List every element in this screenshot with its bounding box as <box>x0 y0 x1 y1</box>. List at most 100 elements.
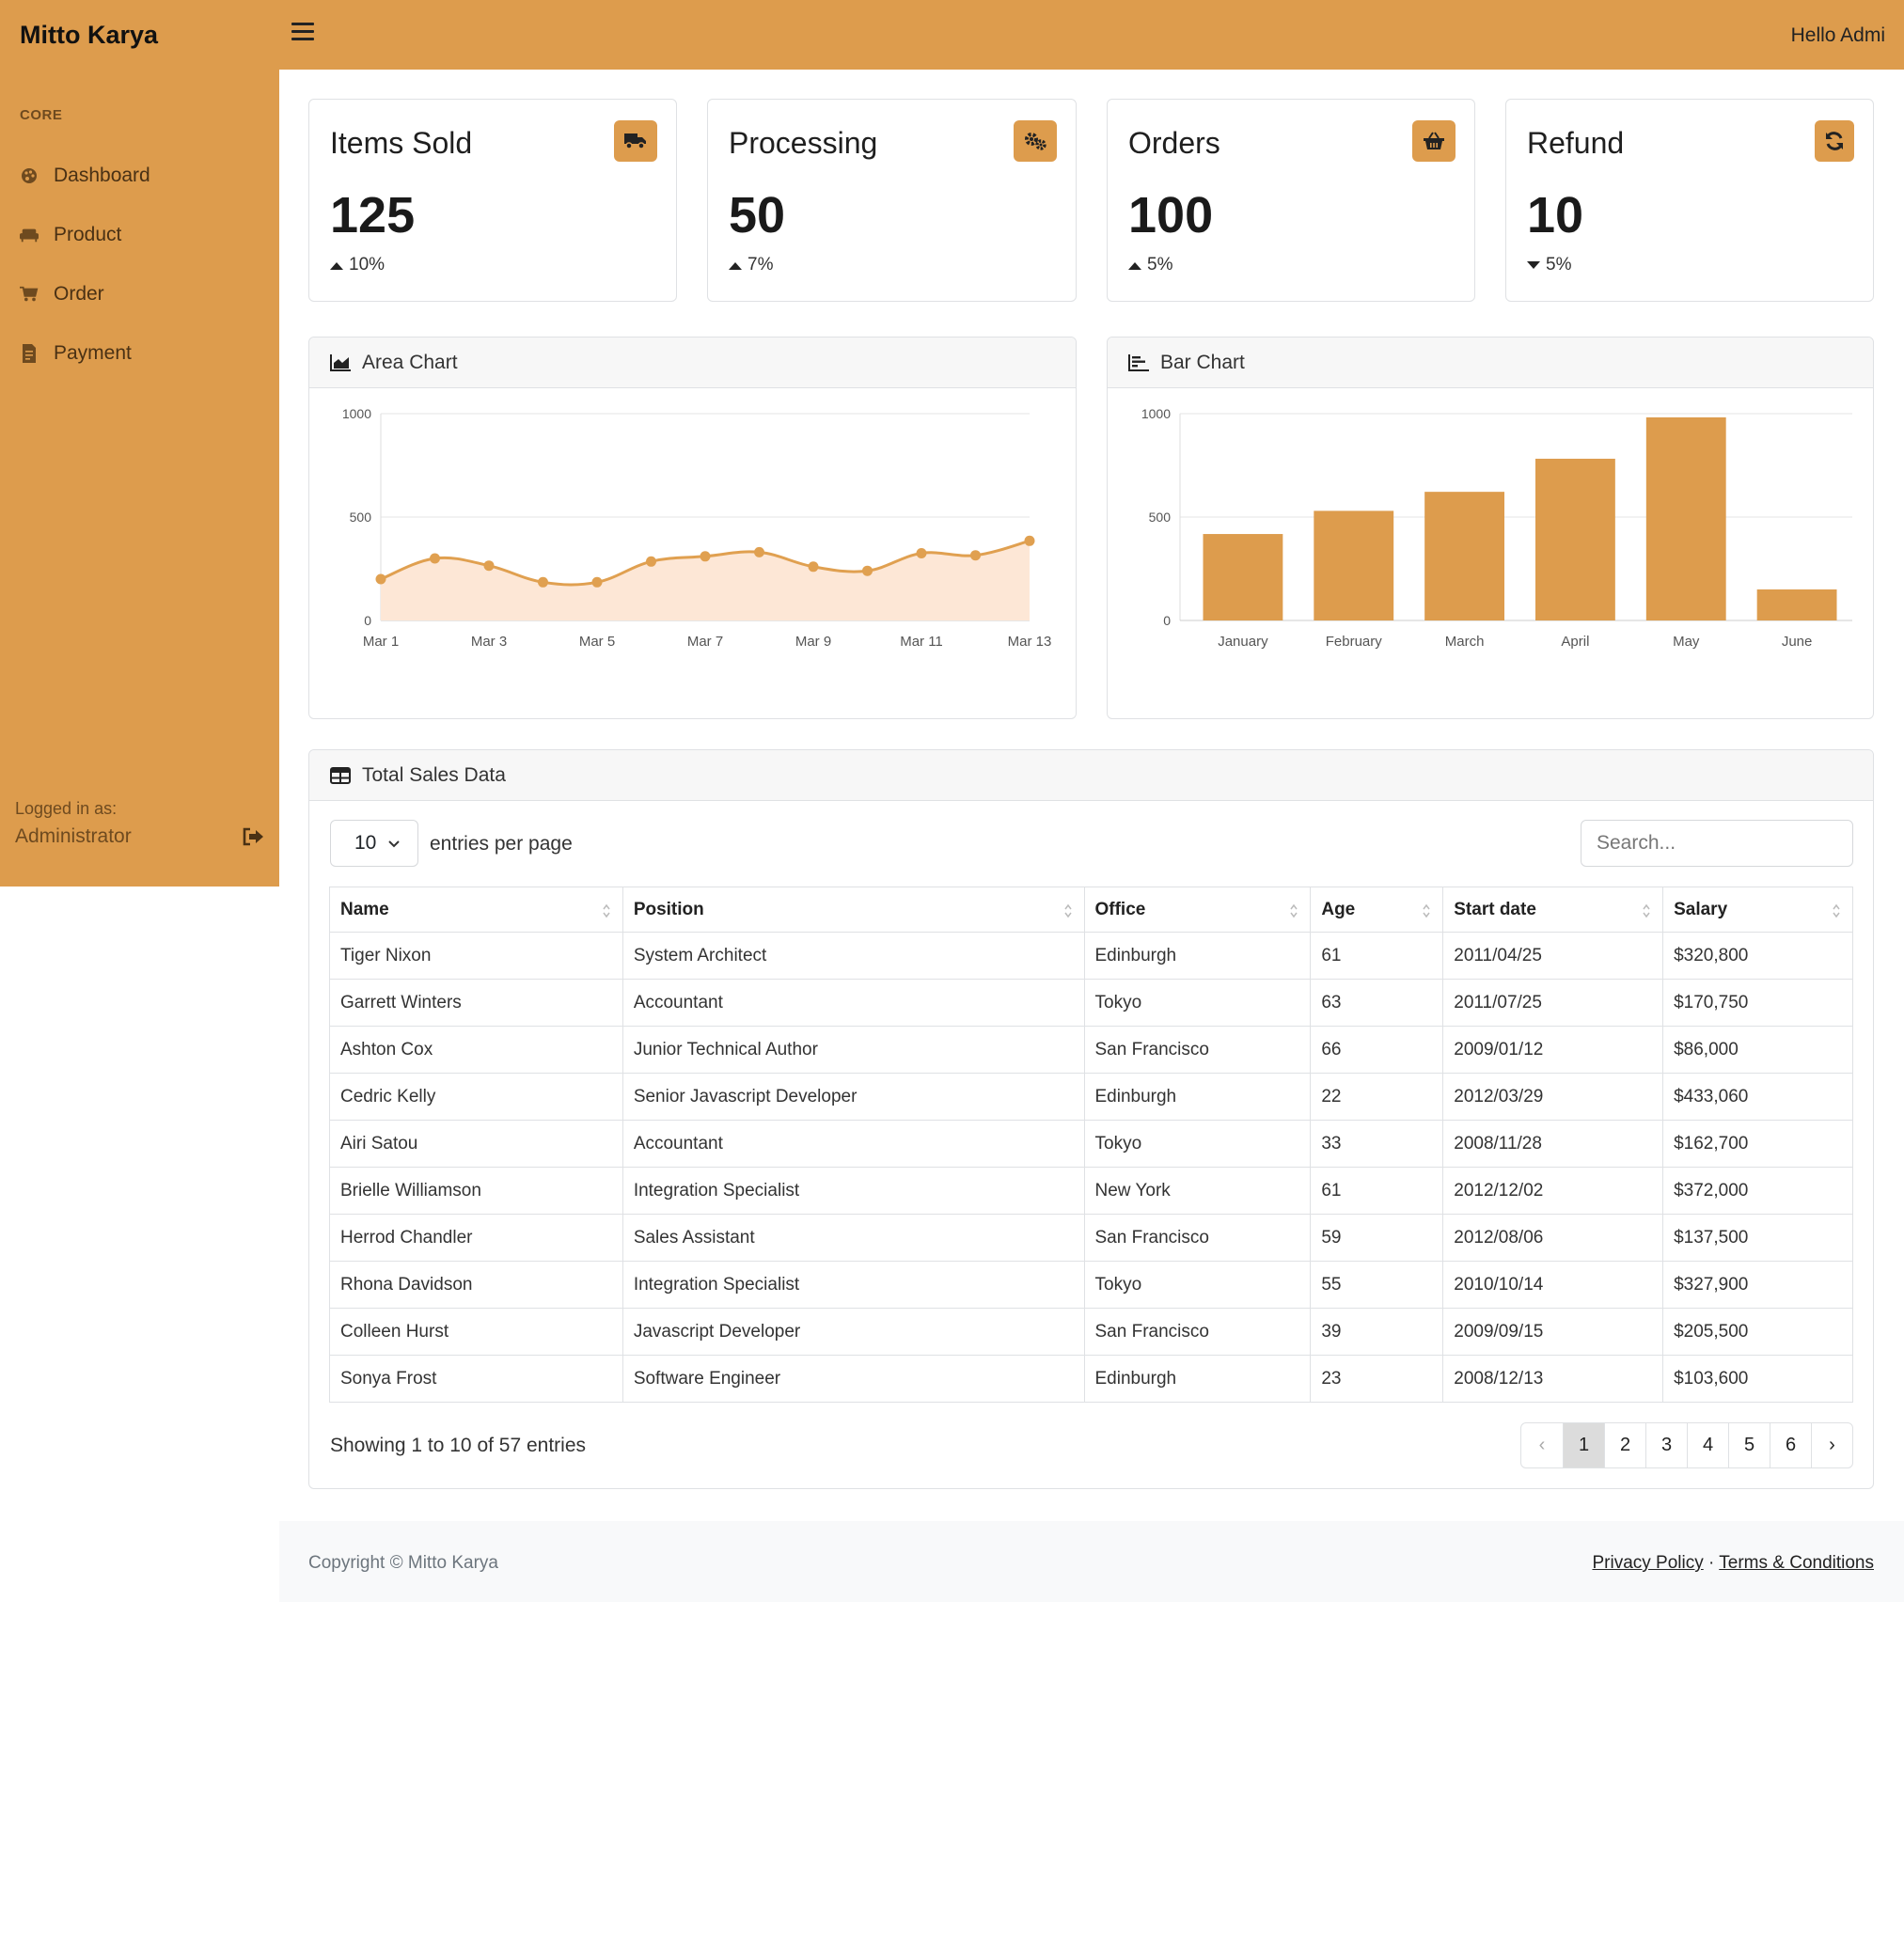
table-cell: 63 <box>1310 979 1444 1027</box>
table-cell: 66 <box>1310 1026 1444 1074</box>
brand-logo[interactable]: Mitto Karya <box>20 21 158 50</box>
column-header-label: Name <box>340 899 389 919</box>
sidebar: CORE Dashboard Product Order Payment Log… <box>0 70 279 887</box>
table-cell: Airi Satou <box>329 1120 623 1168</box>
card-title: Area Chart <box>362 351 458 373</box>
sales-table-card: Total Sales Data 10 entries per page Nam… <box>308 749 1874 1489</box>
table-cell: San Francisco <box>1083 1214 1312 1262</box>
footer-separator: · <box>1708 1553 1715 1573</box>
x-tick-label: June <box>1782 634 1813 650</box>
data-point[interactable] <box>538 576 548 588</box>
basket-icon <box>1412 120 1456 162</box>
table-cell: $103,600 <box>1662 1355 1853 1403</box>
table-cell: Rhona Davidson <box>329 1261 623 1309</box>
caret-down-icon <box>1527 260 1540 269</box>
footer-links: Privacy Policy · Terms & Conditions <box>1592 1553 1874 1574</box>
column-header[interactable]: Salary <box>1662 887 1853 933</box>
table-cell: 61 <box>1310 1167 1444 1215</box>
sort-icon <box>1833 903 1840 918</box>
table-cell: Herrod Chandler <box>329 1214 623 1262</box>
column-header[interactable]: Age <box>1310 887 1444 933</box>
x-tick-label: May <box>1673 634 1700 650</box>
page-size-select[interactable]: 10 <box>330 820 418 867</box>
table-cell: 2009/09/15 <box>1442 1308 1664 1356</box>
column-header[interactable]: Start date <box>1442 887 1664 933</box>
logged-in-label: Logged in as: <box>15 799 118 818</box>
search-input[interactable] <box>1581 820 1853 867</box>
data-point[interactable] <box>375 573 386 585</box>
sidebar-item-dashboard[interactable]: Dashboard <box>0 152 279 199</box>
cart-icon <box>20 285 39 304</box>
data-point[interactable] <box>970 550 981 561</box>
bar[interactable] <box>1424 492 1505 620</box>
stat-title: Refund <box>1527 126 1625 160</box>
sort-icon <box>1423 903 1430 918</box>
sidebar-item-product[interactable]: Product <box>0 212 279 259</box>
privacy-policy-link[interactable]: Privacy Policy <box>1592 1553 1703 1573</box>
data-point[interactable] <box>700 551 711 562</box>
data-point[interactable] <box>646 556 656 567</box>
next-page-button[interactable]: › <box>1811 1423 1852 1467</box>
page-button[interactable]: 6 <box>1770 1423 1811 1467</box>
x-tick-label: Mar 5 <box>579 634 615 650</box>
stat-change-value: 5% <box>1546 255 1572 275</box>
sidebar-item-payment[interactable]: Payment <box>0 330 279 377</box>
data-point[interactable] <box>1024 535 1035 546</box>
table-cell: San Francisco <box>1083 1026 1312 1074</box>
sort-icon <box>1063 903 1072 918</box>
bar[interactable] <box>1645 416 1726 620</box>
card-header: Area Chart <box>309 337 1076 388</box>
data-point[interactable] <box>916 548 927 558</box>
data-point[interactable] <box>483 560 495 572</box>
page-button[interactable]: 5 <box>1728 1423 1770 1467</box>
stat-value: 125 <box>330 187 416 243</box>
data-point[interactable] <box>591 576 603 588</box>
sidebar-item-order[interactable]: Order <box>0 271 279 318</box>
user-greeting[interactable]: Hello Admi <box>1791 24 1885 47</box>
table-cell: Edinburgh <box>1083 1073 1312 1121</box>
stat-value: 100 <box>1128 187 1214 243</box>
data-point[interactable] <box>862 565 873 576</box>
data-point[interactable] <box>808 561 819 573</box>
table-cell: 39 <box>1310 1308 1444 1356</box>
table-cell: $433,060 <box>1662 1073 1853 1121</box>
x-tick-label: Mar 3 <box>471 634 507 650</box>
table-cell: $137,500 <box>1662 1214 1853 1262</box>
table-row: Brielle Williamson Integration Specialist… <box>329 1167 1853 1215</box>
bar[interactable] <box>1534 458 1615 620</box>
per-page-label: entries per page <box>430 833 573 855</box>
page-button[interactable]: 3 <box>1645 1423 1687 1467</box>
page-button[interactable]: 4 <box>1687 1423 1728 1467</box>
stat-card-items-sold: Items Sold 125 10% <box>308 99 677 302</box>
column-header[interactable]: Name <box>329 887 623 933</box>
y-tick-label: 500 <box>1149 510 1172 525</box>
table-cell: Cedric Kelly <box>329 1073 623 1121</box>
column-header[interactable]: Position <box>622 887 1085 933</box>
bar[interactable] <box>1756 589 1837 620</box>
page-button[interactable]: 1 <box>1563 1423 1604 1467</box>
stat-change-value: 10% <box>349 255 386 275</box>
sales-table: Name Position Office Age Start date Salary Ti… <box>329 887 1853 1403</box>
table-cell: 23 <box>1310 1355 1444 1403</box>
page-button[interactable]: 2 <box>1604 1423 1645 1467</box>
previous-page-button[interactable]: ‹ <box>1521 1423 1563 1467</box>
data-point[interactable] <box>754 546 764 557</box>
terms-link[interactable]: Terms & Conditions <box>1719 1553 1874 1573</box>
table-cell: $327,900 <box>1662 1261 1853 1309</box>
table-cell: Javascript Developer <box>622 1308 1085 1356</box>
data-point[interactable] <box>430 553 440 564</box>
table-cell: 2012/08/06 <box>1442 1214 1664 1262</box>
table-cell: 2012/03/29 <box>1442 1073 1664 1121</box>
sidebar-toggle-icon[interactable] <box>291 23 314 43</box>
column-header[interactable]: Office <box>1083 887 1312 933</box>
stat-change-value: 7% <box>747 255 774 275</box>
table-cell: 2012/12/02 <box>1442 1167 1664 1215</box>
logout-icon[interactable] <box>242 827 266 848</box>
receipt-icon <box>20 344 39 363</box>
column-header-label: Salary <box>1674 899 1728 919</box>
bar[interactable] <box>1314 510 1394 620</box>
pagination: ‹ 1 2 3 4 5 6 › <box>1520 1422 1853 1468</box>
bar[interactable] <box>1203 534 1283 620</box>
stat-title: Items Sold <box>330 126 473 160</box>
x-tick-label: Mar 11 <box>900 634 943 650</box>
